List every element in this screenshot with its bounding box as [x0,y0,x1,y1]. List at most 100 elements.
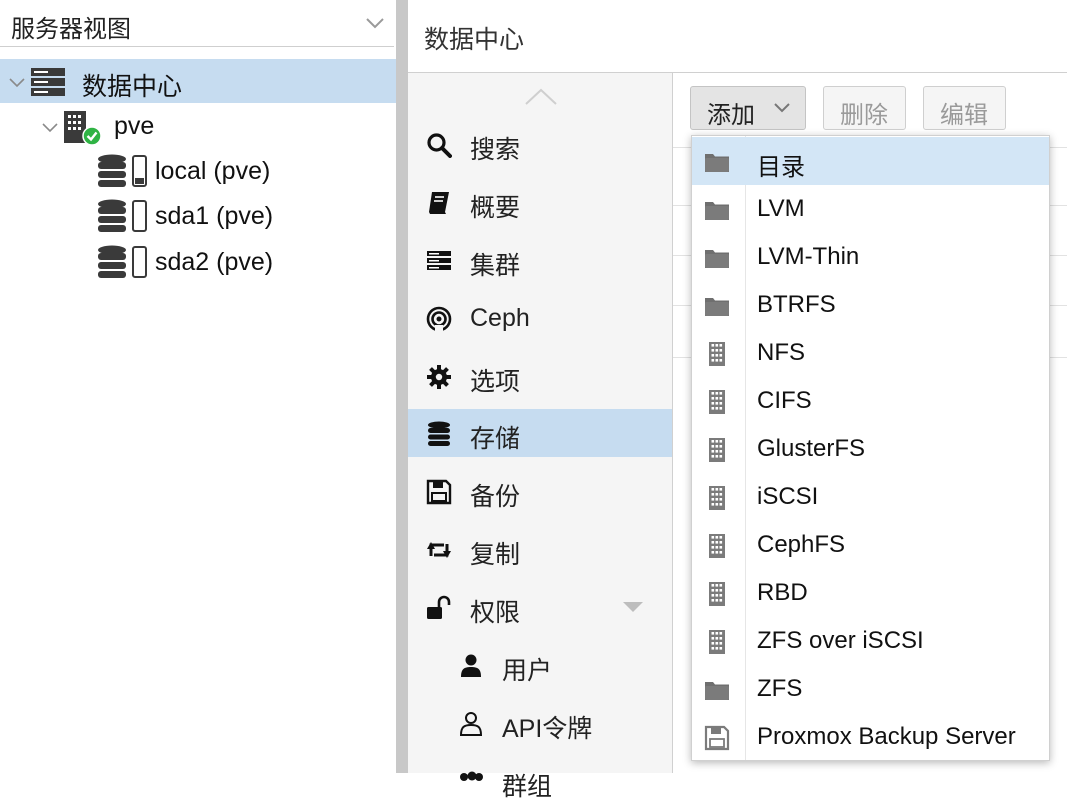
menu-item-label: Proxmox Backup Server [757,723,1016,750]
resource-tree-panel: 服务器视图 数据中心 pve local (pve) sda1 (pve) sd… [0,0,396,773]
user-icon [461,654,481,677]
folder-icon [705,250,729,268]
unlock-icon [427,595,451,619]
menu-item[interactable]: ZFS over iSCSI [692,617,1049,665]
nav-item-replication[interactable]: 复制 [408,525,672,573]
search-icon [427,133,452,158]
building-icon [709,486,725,510]
caret-down-icon[interactable] [622,601,644,613]
menu-item[interactable]: LVM [692,185,1049,233]
tree-item-datacenter[interactable]: 数据中心 [0,59,396,103]
menu-item[interactable]: NFS [692,329,1049,377]
delete-button[interactable]: 删除 [823,86,906,130]
menu-item-label: 目录 [757,154,805,181]
nav-item-backup[interactable]: 备份 [408,467,672,515]
menu-item[interactable]: CIFS [692,377,1049,425]
menu-item[interactable]: LVM-Thin [692,233,1049,281]
menu-item[interactable]: BTRFS [692,281,1049,329]
add-button-label: 添加 [707,102,755,129]
chevron-up-icon[interactable] [524,87,558,107]
nav-item-label: 集群 [470,252,521,280]
menu-item-label: GlusterFS [757,435,866,462]
page-title: 数据中心 [424,26,525,54]
nav-item-label: 概要 [470,194,521,222]
menu-item[interactable]: 目录 [692,137,1049,185]
storage-disk-icon [98,245,147,278]
nav-item-label: 备份 [470,483,521,511]
menu-item[interactable]: CephFS [692,521,1049,569]
menu-item-label: RBD [757,579,808,606]
config-nav: 搜索 概要 集群 Ceph 选项 存储 备份 复制 权限 用户 API令牌 群组 [408,73,673,801]
tree-item-storage[interactable]: sda1 (pve) [0,194,396,238]
nav-item-storage[interactable]: 存储 [408,409,672,457]
menu-item[interactable]: RBD [692,569,1049,617]
menu-item[interactable]: GlusterFS [692,425,1049,473]
edit-button[interactable]: 编辑 [923,86,1006,130]
nav-item-label: 权限 [470,599,521,627]
floppy-icon [426,479,452,505]
chevron-down-icon[interactable] [8,74,26,92]
view-selector-label: 服务器视图 [11,16,131,43]
menu-item[interactable]: Proxmox Backup Server [692,713,1049,761]
menu-item[interactable]: ZFS [692,665,1049,713]
tree-item-label: 数据中心 [82,73,183,101]
user-outline-icon [459,712,483,736]
chevron-down-icon [774,103,790,113]
tree-item-storage[interactable]: local (pve) [0,149,396,193]
tree-item-label: sda2 (pve) [155,248,274,276]
gear-icon [427,365,451,389]
tree-item-label: pve [114,112,155,140]
menu-item-label: NFS [757,339,805,366]
storage-disk-icon [98,199,147,232]
nav-item-label: 用户 [502,657,553,685]
chevron-down-icon[interactable] [41,119,59,137]
floppy-icon [704,725,730,751]
menu-item-label: CephFS [757,531,846,558]
nav-item-ceph[interactable]: Ceph [408,294,672,342]
menu-item-label: iSCSI [757,483,819,510]
building-icon [709,582,725,606]
nav-item-label: 存储 [470,425,521,453]
menu-item-label: LVM-Thin [757,243,860,270]
nav-item-summary[interactable]: 概要 [408,178,672,226]
nav-item-label: 群组 [502,773,553,801]
building-icon [709,534,725,558]
chevron-down-icon[interactable] [364,12,386,34]
storage-disk-icon [98,154,147,187]
building-icon [709,342,725,366]
server-rack-icon [427,251,451,270]
folder-icon [705,298,729,316]
nav-item-search[interactable]: 搜索 [408,120,672,168]
nav-item-permissions[interactable]: 权限 [408,583,672,631]
menu-item-label: LVM [757,195,805,222]
retweet-icon [427,542,451,558]
tree-item-node-pve[interactable]: pve [0,104,396,148]
folder-icon [705,154,729,172]
database-icon [428,421,450,446]
nav-item-groups[interactable]: 群组 [408,757,672,805]
menu-item-label: CIFS [757,387,812,414]
add-button[interactable]: 添加 [690,86,806,130]
nav-item-users[interactable]: 用户 [408,641,672,689]
nav-item-label: 复制 [470,541,521,569]
nav-item-label: 选项 [470,368,521,396]
nav-item-options[interactable]: 选项 [408,352,672,400]
tree-item-label: local (pve) [155,157,271,185]
menu-item[interactable]: iSCSI [692,473,1049,521]
add-storage-menu: 目录 LVM LVM-Thin BTRFS NFS CIFS GlusterFS iSCSI C… [691,135,1050,761]
panel-splitter[interactable] [396,0,408,773]
view-selector[interactable]: 服务器视图 [0,0,394,47]
nav-item-label: API令牌 [502,715,593,743]
nav-item-label: 搜索 [470,136,521,164]
nav-item-label: Ceph [470,304,530,332]
ceph-icon [426,306,452,332]
tree-item-storage[interactable]: sda2 (pve) [0,240,396,284]
menu-item-label: ZFS [757,675,803,702]
menu-item-label: BTRFS [757,291,836,318]
nav-item-api-tokens[interactable]: API令牌 [408,699,672,747]
server-node-icon [64,111,102,146]
nav-item-cluster[interactable]: 集群 [408,236,672,284]
building-icon [709,438,725,462]
edit-button-label: 编辑 [940,102,988,129]
folder-icon [705,682,729,700]
